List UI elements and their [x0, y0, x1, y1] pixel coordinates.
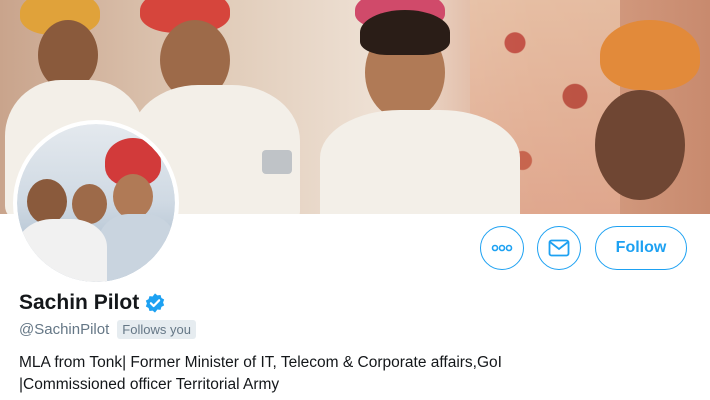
more-options-button[interactable] — [480, 226, 524, 270]
mail-icon — [548, 239, 570, 257]
more-icon — [491, 244, 513, 252]
profile-name: Sachin Pilot — [19, 291, 140, 314]
bio-line-2: |Commissioned officer Territorial Army — [19, 376, 280, 393]
follow-button[interactable]: Follow — [595, 226, 687, 270]
profile-name-row: Sachin Pilot — [19, 291, 166, 315]
profile-handle[interactable]: @SachinPilot — [19, 321, 109, 338]
bio-line-1: MLA from Tonk| Former Minister of IT, Te… — [19, 354, 502, 371]
message-button[interactable] — [537, 226, 581, 270]
follows-you-badge: Follows you — [117, 320, 196, 339]
profile-avatar[interactable] — [13, 120, 179, 286]
profile-bio: MLA from Tonk| Former Minister of IT, Te… — [19, 352, 639, 396]
profile-handle-row: @SachinPilot Follows you — [19, 320, 196, 339]
verified-badge-icon — [146, 293, 165, 313]
avatar-photo — [17, 124, 175, 282]
